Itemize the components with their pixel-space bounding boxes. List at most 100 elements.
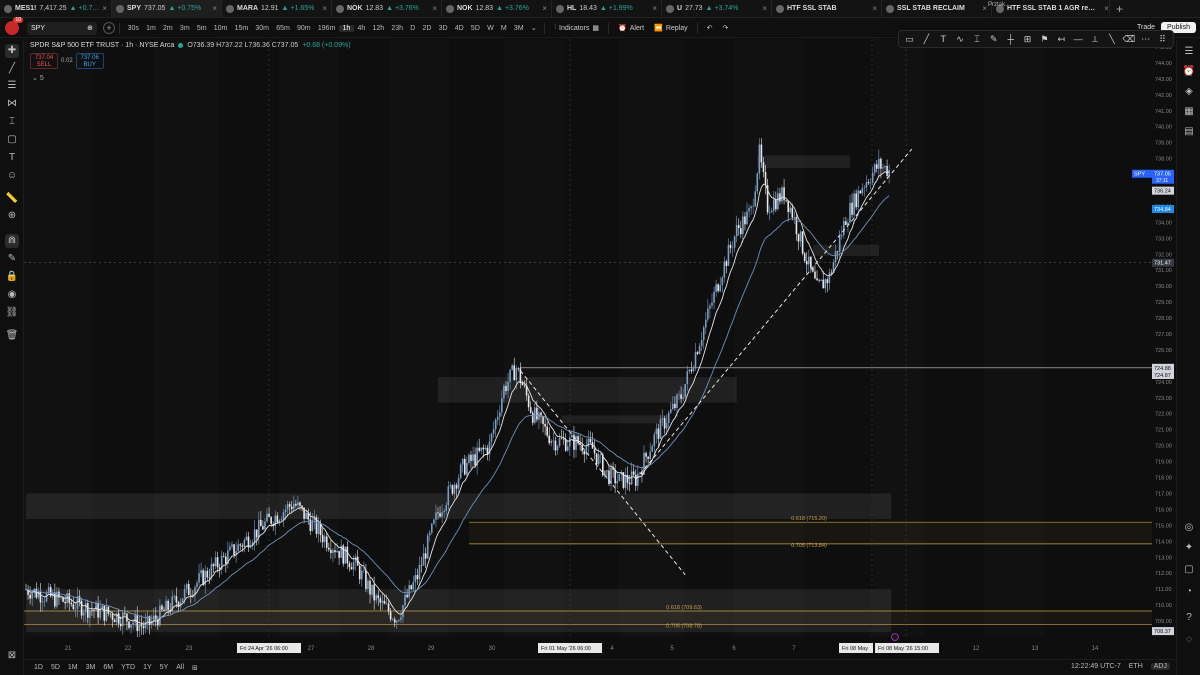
timeframe-dropdown-icon[interactable]: ⌄ [527, 24, 540, 32]
range-ytd[interactable]: YTD [117, 664, 139, 671]
close-icon[interactable]: × [212, 4, 217, 13]
tab-nok[interactable]: NOK 12.83 ▲ +3.76% × [442, 0, 552, 17]
supply-demand-zone[interactable] [757, 155, 850, 169]
emoji-icon[interactable]: ☺ [5, 169, 19, 183]
watchlist-icon[interactable]: ☰ [1182, 45, 1196, 59]
cross-line-icon[interactable]: ┼ [1002, 34, 1019, 44]
vline-icon[interactable]: ⟂ [1087, 34, 1104, 45]
close-icon[interactable]: × [322, 4, 327, 13]
tab-u[interactable]: U 27.73 ▲ +3.74% × [662, 0, 772, 17]
timeframe-d[interactable]: D [407, 25, 419, 32]
brush-icon[interactable]: ✎ [985, 34, 1002, 45]
lightbulb-icon[interactable]: ✦ [1182, 541, 1196, 555]
close-icon[interactable]: × [762, 4, 767, 13]
measure-icon[interactable]: ⌶ [5, 115, 19, 129]
compare-icon[interactable]: ⊕ [87, 24, 93, 32]
shapes-icon[interactable]: ▢ [5, 133, 19, 147]
tab-ssl-stab-reclaim[interactable]: SSL STAB RECLAIM × [882, 0, 992, 17]
trash-icon[interactable]: 🗑 [5, 329, 19, 343]
adjust-toggle[interactable]: ADJ [1150, 663, 1170, 670]
help-icon[interactable]: ? [1182, 611, 1196, 625]
more-icon[interactable]: ⋯ [1137, 34, 1154, 45]
layout-name[interactable]: Prztak… [988, 2, 1011, 8]
indicators-button[interactable]: ⫶ Indicators ▦ [549, 24, 604, 32]
calendar-icon[interactable]: ▦ [1182, 105, 1196, 119]
timeframe-2d[interactable]: 2D [419, 25, 435, 32]
tab-mes1-[interactable]: MES1! 7,417.25 ▲ +0.7… × [0, 0, 112, 17]
timeframe-m[interactable]: M [497, 25, 510, 32]
sell-button[interactable]: 737.04 SELL [30, 53, 58, 69]
notifications-icon[interactable]: ◔ [1182, 585, 1196, 599]
timeframe-4h[interactable]: 4h [354, 25, 369, 32]
timeframe-23h[interactable]: 23h [388, 25, 407, 32]
redo-button[interactable]: ↷ [718, 24, 734, 32]
text-tool-icon[interactable]: T [935, 34, 952, 44]
timeframe-12h[interactable]: 12h [369, 25, 388, 32]
hline-icon[interactable]: — [1070, 34, 1087, 44]
timeframe-5m[interactable]: 5m [193, 25, 210, 32]
fib-icon[interactable]: ☰ [5, 79, 19, 93]
instrument-title[interactable]: SPDR S&P 500 ETF TRUST · 1h · NYSE Arca [30, 42, 174, 49]
target-icon[interactable]: ◎ [1182, 521, 1196, 535]
timeframe-5d[interactable]: 5D [467, 25, 483, 32]
timeframe-1m[interactable]: 1m [142, 25, 159, 32]
clock[interactable]: 12:22:49 UTC-7 [1071, 663, 1121, 670]
pattern-icon[interactable]: ⋈ [5, 97, 19, 111]
date-range-icon[interactable]: ⊞ [188, 664, 202, 672]
fib-zone[interactable] [24, 611, 1152, 625]
tab-htf-ssl-stab[interactable]: HTF SSL STAB × [772, 0, 882, 17]
eraser-icon[interactable]: ⌫ [1120, 34, 1137, 45]
price-chart[interactable]: 0.618 (715.20) 0.705 (713.84) 0.618 (709.6… [24, 39, 1176, 659]
timeframe-10m[interactable]: 10m [210, 25, 231, 32]
range-1d[interactable]: 1D [30, 664, 47, 671]
range-5y[interactable]: 5Y [156, 664, 173, 671]
timeframe-4d[interactable]: 4D [451, 25, 467, 32]
grid-icon[interactable]: ▦ [592, 24, 599, 32]
timeframe-90m[interactable]: 90m [293, 25, 314, 32]
object-tree-icon[interactable]: ⊠ [5, 649, 19, 663]
news-icon[interactable]: ▤ [1182, 125, 1196, 139]
timeframe-15m[interactable]: 15m [231, 25, 252, 32]
timeframe-2m[interactable]: 2m [159, 25, 176, 32]
measure-tool-icon[interactable]: ⌶ [969, 34, 986, 45]
ray-icon[interactable]: ╱ [918, 34, 935, 45]
chat-icon[interactable]: ▢ [1182, 563, 1196, 577]
timeframe-1h[interactable]: 1h [338, 24, 354, 32]
supply-demand-zone[interactable] [438, 377, 737, 403]
path-icon[interactable]: ∿ [952, 34, 969, 45]
tab-nok[interactable]: NOK 12.83 ▲ +3.76% × [332, 0, 442, 17]
session-toggle[interactable]: ETH [1129, 663, 1143, 670]
supply-demand-zone[interactable] [561, 415, 669, 424]
buy-button[interactable]: 737.06 BUY [75, 53, 104, 69]
close-icon[interactable]: × [872, 4, 877, 13]
close-icon[interactable]: × [102, 4, 107, 13]
app-logo-icon[interactable]: 10 [5, 17, 23, 35]
range-5d[interactable]: 5D [47, 664, 64, 671]
alerts-icon[interactable]: ⏰ [1182, 65, 1196, 79]
range-1y[interactable]: 1Y [139, 664, 156, 671]
range-1m[interactable]: 1M [64, 664, 82, 671]
close-icon[interactable]: × [1104, 4, 1109, 13]
rectangle-icon[interactable]: ▭ [901, 34, 918, 45]
replay-button[interactable]: ⏪ Replay [649, 24, 693, 33]
tab-hl[interactable]: HL 18.43 ▲ +1.99% × [552, 0, 662, 17]
range-all[interactable]: All [172, 664, 188, 671]
close-icon[interactable]: × [652, 4, 657, 13]
lock-icon[interactable]: 🔒 [5, 270, 19, 284]
flag-icon[interactable]: ⚑ [1036, 34, 1053, 45]
add-tab-button[interactable]: + [1110, 2, 1129, 16]
trendline-icon[interactable]: ╱ [5, 62, 19, 76]
close-icon[interactable]: × [542, 4, 547, 13]
alert-button[interactable]: ⏰ Alert [613, 24, 649, 33]
range-3m[interactable]: 3M [82, 664, 100, 671]
timeframe-3m[interactable]: 3m [176, 25, 193, 32]
magnet-icon[interactable]: ⋒ [5, 234, 19, 248]
zoom-icon[interactable]: ⊕ [5, 209, 19, 223]
close-icon[interactable]: × [432, 4, 437, 13]
close-icon[interactable]: × [982, 4, 987, 13]
indicator-toggle[interactable]: ⌄ 5 [32, 74, 44, 82]
timeframe-3m[interactable]: 3M [510, 25, 527, 32]
text-icon[interactable]: T [5, 151, 19, 165]
grip-icon[interactable]: ⠿ [1154, 34, 1171, 45]
timeframe-30s[interactable]: 30s [124, 25, 142, 32]
